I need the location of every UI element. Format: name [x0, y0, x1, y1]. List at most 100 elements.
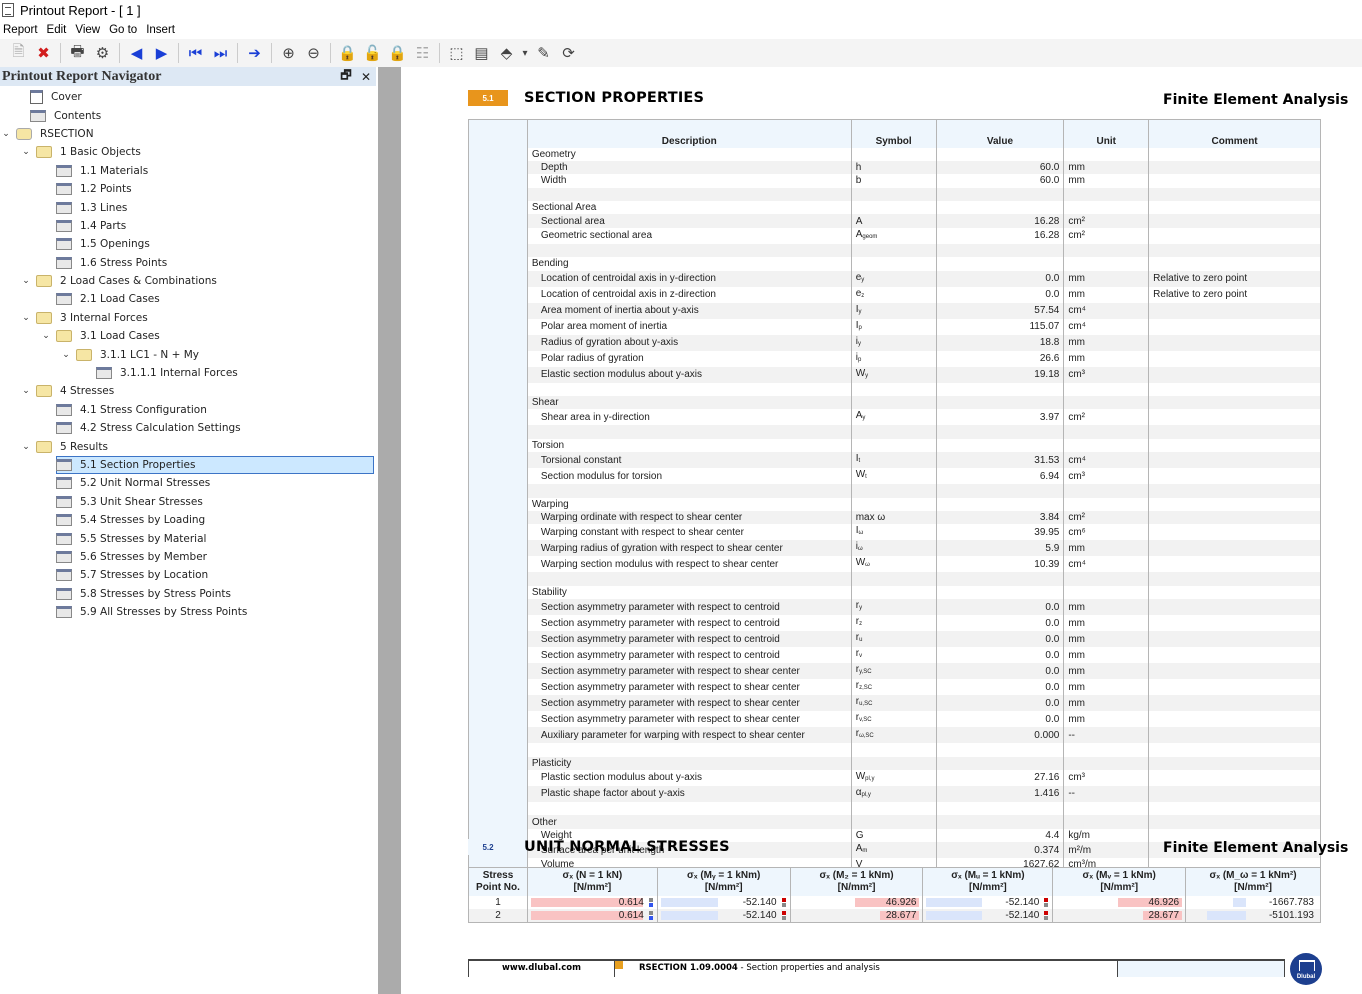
previous-page-icon[interactable]: ◀	[126, 42, 147, 64]
tree-item[interactable]: 1.1 Materials	[0, 162, 376, 180]
folder-icon	[76, 348, 92, 361]
unit-cell: mm	[1063, 160, 1149, 175]
tree-item[interactable]: 5.3 Unit Shear Stresses	[0, 493, 376, 511]
stress-value-cell: 0.614	[526, 908, 658, 923]
print-settings-icon[interactable]: ⚙	[92, 42, 113, 64]
comment-cell	[1148, 510, 1321, 525]
page-break-icon[interactable]: ☷	[412, 42, 433, 64]
tree-item[interactable]: 5.1 Section Properties	[0, 455, 376, 474]
tree-item[interactable]: 1.2 Points	[0, 180, 376, 198]
close-navigator-icon[interactable]: ✕	[356, 70, 376, 84]
group-row: Plasticity	[468, 756, 1321, 770]
description-cell	[526, 801, 852, 816]
expand-chevron-icon[interactable]: ⌄	[20, 313, 32, 323]
menu-insert[interactable]: Insert	[143, 24, 181, 36]
tree-item[interactable]: 5.8 Stresses by Stress Points	[0, 585, 376, 603]
comment-cell	[1148, 243, 1321, 258]
delete-report-icon[interactable]: ✖	[33, 42, 54, 64]
refresh-icon[interactable]: ⟳	[558, 42, 579, 64]
tree-item[interactable]: 5.7 Stresses by Location	[0, 566, 376, 584]
export-icon[interactable]: ⬘	[496, 42, 517, 64]
menu-report[interactable]: Report	[0, 24, 44, 36]
float-window-icon[interactable]: 🗗	[336, 66, 356, 87]
tree-item[interactable]: 4.1 Stress Configuration	[0, 401, 376, 419]
value-cell: 0.374	[935, 842, 1064, 859]
tree-item[interactable]: 1.3 Lines	[0, 198, 376, 216]
tree-item[interactable]: 5.5 Stresses by Material	[0, 529, 376, 547]
stress-value: 0.614	[618, 896, 644, 908]
comment-cell: Relative to zero point	[1148, 270, 1321, 287]
tree-item[interactable]: 4.2 Stress Calculation Settings	[0, 419, 376, 437]
next-page-icon[interactable]: ▶	[151, 42, 172, 64]
tree-item[interactable]: ⌄ 3 Internal Forces	[0, 309, 376, 327]
tree-item[interactable]: 5.4 Stresses by Loading	[0, 511, 376, 529]
expand-chevron-icon[interactable]: ⌄	[20, 147, 32, 157]
symbol-subscript: ω,SC	[859, 733, 874, 740]
tree-item[interactable]: 1.5 Openings	[0, 235, 376, 253]
go-to-page-icon[interactable]: ➔	[244, 42, 265, 64]
unit-cell: cm²	[1063, 227, 1149, 244]
menu-go-to[interactable]: Go to	[106, 24, 143, 36]
table-row: Section asymmetry parameter with respect…	[468, 599, 1321, 616]
export-dropdown-icon[interactable]: ▾	[521, 42, 529, 64]
edit-icon[interactable]: ✎	[533, 42, 554, 64]
stress-bar	[926, 910, 983, 920]
expand-chevron-icon[interactable]: ⌄	[20, 442, 32, 452]
stress-col-header: σₓ (M₂ = 1 kNm) [N/mm²]	[789, 867, 923, 896]
expand-chevron-icon[interactable]: ⌄	[60, 350, 72, 360]
lock-icon[interactable]: 🔒	[337, 42, 358, 64]
toolbar: 🗎 ✖ 🖶 ⚙ ◀ ▶ ⏮ ⏭ ➔ ⊕ ⊖ 🔒 🔓 🔒 ☷ ⬚ ▤ ⬘ ▾ ✎ ⟳	[0, 39, 1362, 67]
value-cell	[935, 257, 1064, 271]
tree-item[interactable]: ⌄ 3.1.1 LC1 - N + My	[0, 345, 376, 363]
tree-item[interactable]: 5.2 Unit Normal Stresses	[0, 474, 376, 492]
comment-cell	[1148, 540, 1321, 557]
expand-chevron-icon[interactable]: ⌄	[20, 386, 32, 396]
row-gutter	[468, 147, 528, 161]
tree-item[interactable]: 1.4 Parts	[0, 217, 376, 235]
stress-bar	[1233, 897, 1246, 907]
zoom-out-icon[interactable]: ⊖	[303, 42, 324, 64]
tree-item[interactable]: 5.6 Stresses by Member	[0, 548, 376, 566]
unit-cell: cm⁴	[1063, 452, 1149, 469]
expand-chevron-icon[interactable]: ⌄	[40, 331, 52, 341]
stress-bar	[926, 897, 983, 907]
tree-item-label: 5.5 Stresses by Material	[80, 532, 207, 545]
tree-item[interactable]: Contents	[0, 106, 376, 124]
symbol-subscript: p	[858, 324, 862, 331]
tree-item[interactable]: 3.1.1.1 Internal Forces	[0, 364, 376, 382]
tree-item[interactable]: Cover	[0, 88, 376, 106]
menu-edit[interactable]: Edit	[44, 24, 73, 36]
menu-view[interactable]: View	[72, 24, 106, 36]
gutter-header	[468, 119, 528, 148]
symbol-cell: Wy	[850, 366, 937, 383]
header-footer-icon[interactable]: ▤	[471, 42, 492, 64]
comment-cell	[1148, 695, 1321, 712]
tree-item[interactable]: 2.1 Load Cases	[0, 290, 376, 308]
spacer-row	[468, 743, 1321, 757]
value-cell: 60.0	[935, 160, 1064, 175]
tree-item[interactable]: ⌄ RSECTION	[0, 125, 376, 143]
page-layout-icon[interactable]: ⬚	[446, 42, 467, 64]
zoom-in-icon[interactable]: ⊕	[278, 42, 299, 64]
expand-chevron-icon[interactable]: ⌄	[0, 129, 12, 139]
unlock-icon[interactable]: 🔓	[362, 42, 383, 64]
panel-splitter[interactable]	[378, 67, 401, 994]
table-row: 2 0.614 -52.140 28.677 -52.140 28.677 -5101.19…	[468, 908, 1321, 923]
tree-item[interactable]: 1.6 Stress Points	[0, 254, 376, 272]
expand-chevron-icon[interactable]: ⌄	[20, 276, 32, 286]
first-page-icon[interactable]: ⏮	[185, 42, 206, 64]
tree-item[interactable]: ⌄ 3.1 Load Cases	[0, 327, 376, 345]
lock-all-icon[interactable]: 🔒	[387, 42, 408, 64]
new-report-icon[interactable]: 🗎	[8, 42, 29, 64]
tree-item[interactable]: 5.9 All Stresses by Stress Points	[0, 603, 376, 621]
stress-value: -5101.193	[1268, 909, 1314, 921]
symbol-cell: A	[850, 214, 937, 228]
tree-item-label: 5.9 All Stresses by Stress Points	[80, 606, 248, 619]
stress-value-cell: -52.140	[922, 895, 1053, 909]
tree-item[interactable]: ⌄ 2 Load Cases & Combinations	[0, 272, 376, 290]
print-icon[interactable]: 🖶	[67, 42, 88, 64]
tree-item[interactable]: ⌄ 4 Stresses	[0, 382, 376, 400]
tree-item[interactable]: ⌄ 5 Results	[0, 437, 376, 455]
last-page-icon[interactable]: ⏭	[210, 42, 231, 64]
tree-item[interactable]: ⌄ 1 Basic Objects	[0, 143, 376, 161]
